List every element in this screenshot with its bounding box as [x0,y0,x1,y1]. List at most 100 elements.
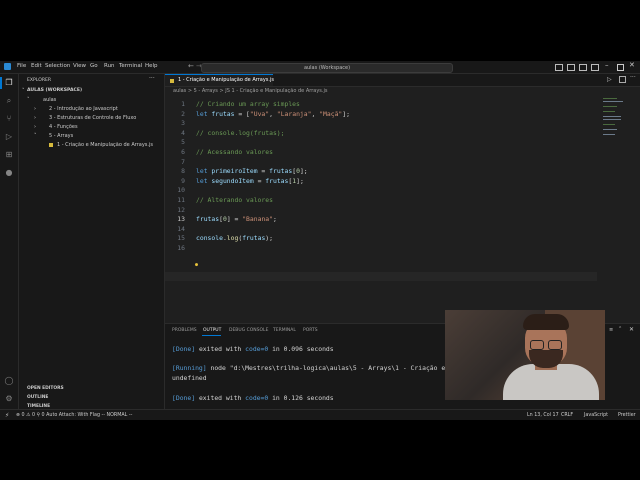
layout-toggle-icon[interactable] [555,64,563,71]
code-line[interactable]: 2 let frutas = ["Uva", "Laranja", "Maçã"]… [165,110,605,119]
lightbulb-icon[interactable]: ● [195,262,198,268]
title-bar: File Edit Selection View Go Run Terminal… [0,61,640,74]
menu-help[interactable]: Help [145,63,158,69]
code-text: // Acessando valores [196,148,273,156]
tab-problems[interactable]: PROBLEMS [172,328,197,333]
code-text: // Criando um array simples [196,100,300,108]
tab-output[interactable]: OUTPUT [203,328,221,333]
tab-criacao-arrays[interactable]: 1 - Criação e Manipulação de Arrays.js [165,74,274,86]
code-line[interactable]: 3 [165,119,605,128]
code-line[interactable]: 9 let segundoItem = frutas[1]; [165,177,605,186]
line-number: 6 [181,148,185,156]
panel-toggle-icon[interactable] [579,64,587,71]
minimize-icon[interactable]: – [605,61,609,69]
line-number: 2 [181,109,185,118]
search-icon[interactable]: ⌕ [4,96,14,106]
account-icon[interactable]: ◯ [4,376,14,386]
formatter-status[interactable]: Prettier [618,413,636,418]
chevron-down-icon: ˅ [27,97,30,103]
remote-indicator-icon[interactable]: ⚡ [5,412,9,419]
minimap[interactable] [600,96,640,156]
line-number: 12 [177,205,185,214]
code-line[interactable]: 1 // Criando um array simples [165,100,605,109]
workspace-header[interactable]: AULAS (WORKSPACE) [27,88,82,93]
line-endings[interactable]: CRLF [561,413,573,418]
more-actions-icon[interactable]: ··· [149,75,155,82]
line-number: 16 [177,244,185,252]
code-line[interactable]: 13 frutas[0] = "Banana"; [165,215,605,224]
section-outline[interactable]: OUTLINE [27,395,48,400]
line-number: 15 [177,234,185,243]
back-arrow-icon[interactable]: ← [188,62,194,70]
code-text: let primeiroItem = frutas[0]; [196,167,308,176]
menu-view[interactable]: View [73,63,86,69]
maximize-icon[interactable] [617,64,624,71]
extensions-icon[interactable]: ⊞ [4,150,14,160]
code-line[interactable]: 15 console.log(frutas); [165,234,605,243]
current-line-highlight [165,272,597,281]
sidebar-toggle-icon[interactable] [567,64,575,71]
folder-arrays[interactable]: 5 - Arrays [49,133,73,139]
code-line[interactable]: 14 [165,225,605,234]
split-editor-icon[interactable] [619,76,626,83]
code-line[interactable]: 12 [165,206,605,215]
code-line[interactable]: 10 [165,186,605,195]
code-line[interactable]: 4 // console.log(frutas); [165,129,605,138]
folder-funcoes[interactable]: 4 - Funções [49,124,78,130]
breadcrumb[interactable]: aulas > 5 - Arrays > JS 1 - Criação e Ma… [165,87,327,96]
section-open-editors[interactable]: OPEN EDITORS [27,386,64,391]
chevron-right-icon: › [34,124,36,130]
file-criacao-arrays[interactable]: 1 - Criação e Manipulação de Arrays.js [57,142,153,148]
close-panel-icon[interactable]: ✕ [629,326,634,333]
chevron-right-icon: › [34,106,36,112]
code-text: console.log(frutas); [196,234,273,243]
language-mode[interactable]: JavaScript [584,413,608,418]
tab-debug-console[interactable]: DEBUG CONSOLE [229,328,268,333]
secondary-sidebar-toggle-icon[interactable] [591,64,599,71]
js-file-icon [49,143,53,147]
explorer-title: EXPLORER [27,78,52,83]
command-center-search[interactable]: aulas (Workspace) [201,63,453,73]
code-editor[interactable]: 1 // Criando um array simples 2 let frutas … [165,96,640,321]
code-line[interactable]: 8 let primeiroItem = frutas[0]; [165,167,605,176]
code-text: let segundoItem = frutas[1]; [196,176,304,185]
vscode-logo-icon [4,63,11,70]
tab-ports[interactable]: PORTS [303,328,318,333]
code-line[interactable]: 7 [165,158,605,167]
activity-bar: ❐ ⌕ ⑂ ▷ ⊞ ● ◯ ⚙ [0,74,19,409]
menu-terminal[interactable]: Terminal [119,63,142,69]
tab-label: 1 - Criação e Manipulação de Arrays.js [178,77,274,83]
github-icon[interactable]: ● [4,168,14,178]
explorer-icon[interactable]: ❐ [4,78,14,88]
clear-output-icon[interactable]: ≡ [609,327,613,333]
code-line[interactable]: 6 // Acessando valores [165,148,605,157]
run-code-icon[interactable]: ▷ [607,76,612,83]
code-line[interactable]: 5 [165,138,605,147]
menu-file[interactable]: File [17,63,26,69]
line-number: 4 [181,128,185,137]
chevron-down-icon: ˅ [22,88,25,94]
output-line: undefined [172,374,207,383]
close-window-icon[interactable]: ✕ [629,61,635,69]
folder-introducao[interactable]: 2 - Introdução ao Javascript [49,106,118,112]
settings-gear-icon[interactable]: ⚙ [4,394,14,404]
run-debug-icon[interactable]: ▷ [4,132,14,142]
more-actions-icon[interactable]: ··· [630,74,636,81]
code-line[interactable]: 11 // Alterando valores [165,196,605,205]
webcam-presenter [465,310,599,400]
source-control-icon[interactable]: ⑂ [4,114,14,124]
code-line[interactable]: 16 [165,244,605,253]
folder-aulas[interactable]: aulas [43,97,56,103]
menu-selection[interactable]: Selection [45,63,70,69]
folder-estruturas[interactable]: 3 - Estruturas de Controle de Fluxo [49,115,136,121]
menu-edit[interactable]: Edit [31,63,42,69]
line-number: 5 [181,138,185,147]
maximize-panel-icon[interactable]: ⌃ [618,326,622,332]
code-text: // console.log(frutas); [196,128,285,137]
tab-terminal[interactable]: TERMINAL [273,328,296,333]
menu-run[interactable]: Run [104,63,115,69]
menu-go[interactable]: Go [90,63,98,69]
status-left[interactable]: ⊗ 0 ⚠ 0 ⚲ 0 Auto Attach: With Flag -- NO… [16,413,132,418]
cursor-position[interactable]: Ln 13, Col 17 [527,413,559,418]
output-line: [Done] exited with code=0 in 0.096 secon… [172,345,334,353]
